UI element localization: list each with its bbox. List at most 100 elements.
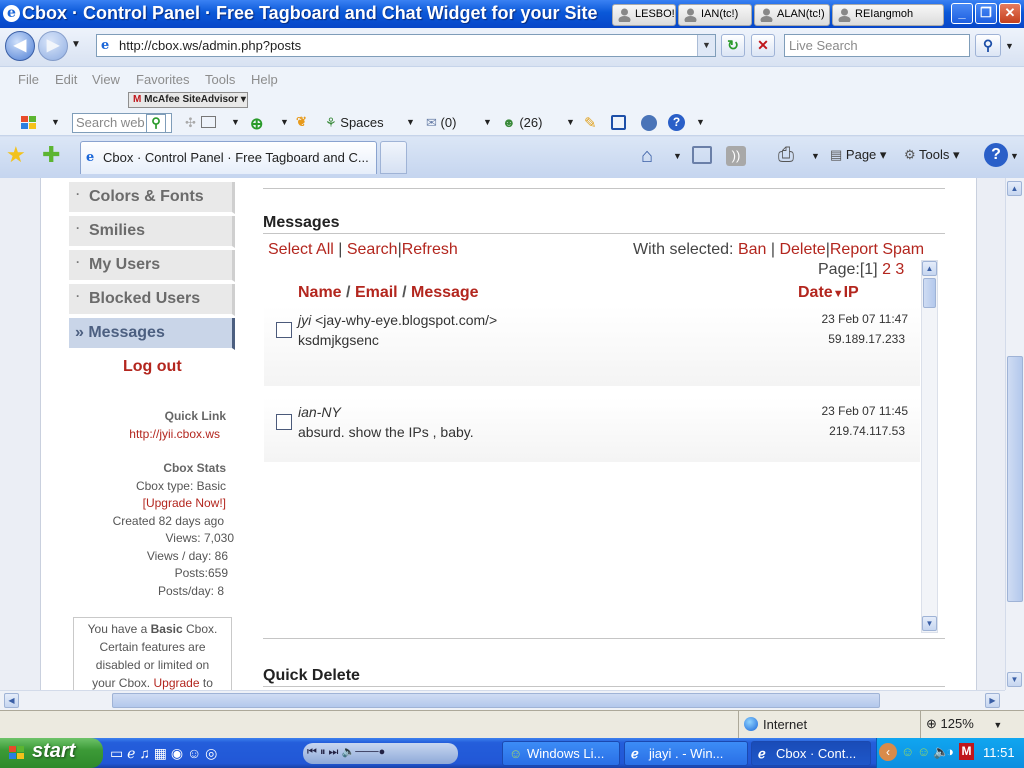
scroll-thumb[interactable] — [923, 278, 936, 308]
maximize-button[interactable]: ❐ — [975, 3, 997, 24]
msn-butterfly-icon[interactable]: ❦ — [296, 114, 307, 130]
row-checkbox[interactable] — [276, 414, 292, 430]
msn-buddy-tab-3[interactable]: ALAN(tc!) — [754, 4, 830, 26]
message-email[interactable]: <jay-why-eye.blogspot.com/> — [315, 312, 497, 328]
live-search-input[interactable]: Live Search — [784, 34, 970, 57]
paint-icon[interactable]: ▦ — [154, 745, 167, 761]
zoom-control[interactable]: ⊕ 125% ▼ — [926, 716, 1002, 732]
print-icon[interactable]: ⎙ — [778, 144, 794, 167]
logout-link[interactable]: Log out — [123, 358, 182, 376]
title-bar[interactable]: e Cbox · Control Panel · Free Tagboard a… — [0, 0, 1024, 28]
chevron-down-icon[interactable]: ▼ — [1010, 151, 1019, 161]
taskbar-windows-live[interactable]: ☺ Windows Li... — [502, 741, 620, 766]
delete-link[interactable]: Delete — [779, 241, 825, 258]
menu-favorites[interactable]: Favorites — [136, 72, 189, 87]
mcafee-tray-icon[interactable]: M — [959, 743, 974, 760]
scroll-down-icon[interactable]: ▼ — [1007, 672, 1022, 687]
menu-help[interactable]: Help — [251, 72, 278, 87]
onecare-icon[interactable] — [641, 115, 657, 131]
menu-tools[interactable]: Tools — [205, 72, 235, 87]
rss-feed-icon[interactable]: )) — [726, 146, 746, 166]
chevron-down-icon[interactable]: ▼ — [811, 151, 820, 161]
ban-link[interactable]: Ban — [738, 241, 766, 258]
col-name[interactable]: Name — [298, 284, 342, 301]
taskbar-cbox[interactable]: ℯ Cbox · Cont... — [751, 741, 871, 766]
previous-icon[interactable]: ⏮ — [307, 746, 317, 758]
show-hidden-icons-icon[interactable]: ‹ — [879, 743, 897, 761]
quick-link-url[interactable]: http://jyii.cbox.ws — [40, 427, 220, 441]
chevron-down-icon[interactable]: ▼ — [483, 117, 492, 127]
msn-buddy-tab-2[interactable]: IAN(tc!) — [678, 4, 752, 26]
close-button[interactable]: ✕ — [999, 3, 1021, 24]
add-icon[interactable]: ⊕ — [250, 114, 263, 134]
menu-view[interactable]: View — [92, 72, 120, 87]
mail-button[interactable]: ✉ (0) — [426, 115, 456, 131]
sort-desc-icon[interactable]: ▼ — [833, 288, 844, 300]
chevron-down-icon[interactable]: ▼ — [673, 151, 682, 161]
messenger-icon[interactable]: ☺ — [187, 745, 201, 761]
ie-quick-icon[interactable]: ℯ — [127, 745, 135, 761]
scroll-thumb[interactable] — [112, 693, 880, 708]
history-dropdown-icon[interactable]: ▼ — [71, 39, 81, 50]
report-spam-link[interactable]: Report Spam — [830, 241, 924, 258]
tools-menu-button[interactable]: ⚙ Tools ▾ — [904, 147, 960, 163]
sidebar-item-blocked-users[interactable]: · Blocked Users — [69, 284, 235, 316]
address-input[interactable]: e http://cbox.ws/admin.php?posts ▼ — [96, 34, 716, 57]
scroll-up-icon[interactable]: ▲ — [1007, 181, 1022, 196]
network-tray-icon[interactable]: ◑ — [946, 744, 954, 759]
scroll-down-icon[interactable]: ▼ — [922, 616, 937, 631]
scroll-right-icon[interactable]: ▶ — [985, 693, 1000, 708]
messages-scrollbar[interactable]: ▲ ▼ — [921, 260, 938, 633]
scroll-thumb[interactable] — [1007, 356, 1023, 602]
upgrade-link[interactable]: Upgrade — [153, 676, 199, 690]
page-menu-button[interactable]: ▤ Page ▾ — [830, 147, 886, 163]
page-horizontal-scrollbar[interactable]: ◀ ▶ — [0, 690, 1005, 710]
add-favorites-icon[interactable]: ✚ — [42, 142, 60, 168]
search-icon[interactable]: ⚲ — [146, 114, 166, 133]
chevron-down-icon[interactable]: ▼ — [231, 117, 240, 127]
chevron-down-icon[interactable]: ▼ — [566, 117, 575, 127]
col-date[interactable]: Date — [798, 284, 833, 301]
feeds-view-icon[interactable] — [692, 146, 712, 164]
scroll-up-icon[interactable]: ▲ — [922, 261, 937, 276]
blog-icon[interactable] — [611, 115, 626, 130]
sidebar-item-colors-fonts[interactable]: · Colors & Fonts — [69, 182, 235, 214]
stop-icon[interactable]: ✕ — [751, 34, 775, 57]
volume-icon[interactable]: 🔈 — [342, 746, 356, 758]
network-icon[interactable]: ◎ — [205, 745, 217, 761]
pencil-icon[interactable]: ✎ — [584, 114, 597, 132]
firefox-icon[interactable]: ◉ — [171, 745, 183, 761]
menu-file[interactable]: File — [18, 72, 39, 87]
message-ip[interactable]: 219.74.117.53 — [780, 424, 905, 438]
windows-logo-icon[interactable] — [20, 115, 38, 134]
message-ip[interactable]: 59.189.17.233 — [780, 332, 905, 346]
taskbar-jiayi[interactable]: ℯ jiayi . - Win... — [624, 741, 748, 766]
search-options-dropdown-icon[interactable]: ▼ — [1005, 41, 1014, 51]
security-zone[interactable]: Internet — [763, 717, 807, 732]
sidebar-item-smilies[interactable]: · Smilies — [69, 216, 235, 248]
tab-cbox-control-panel[interactable]: e Cbox · Control Panel · Free Tagboard an… — [80, 141, 377, 174]
volume-slider[interactable]: ───● — [355, 746, 385, 758]
desktop-icon[interactable]: ▭ — [110, 745, 123, 761]
new-tab-button[interactable] — [380, 141, 407, 174]
search-link[interactable]: Search — [347, 241, 398, 258]
spaces-button[interactable]: ⚘ Spaces — [325, 115, 384, 131]
col-ip[interactable]: IP — [844, 284, 859, 301]
msn-buddy-tab-4[interactable]: REIangmoh — [832, 4, 944, 26]
col-message[interactable]: Message — [411, 284, 479, 301]
sidebar-item-messages[interactable]: » Messages — [69, 318, 235, 350]
back-button[interactable]: ◀ — [5, 31, 35, 61]
page-vertical-scrollbar[interactable]: ▲ ▼ — [1005, 178, 1024, 690]
favorites-star-icon[interactable]: ★ — [6, 142, 26, 168]
form-fill-icon[interactable] — [201, 116, 216, 128]
chevron-down-icon[interactable]: ▼ — [280, 117, 289, 127]
page-2-link[interactable]: 2 — [882, 261, 891, 278]
chevron-down-icon[interactable]: ▼ — [697, 35, 715, 56]
search-icon[interactable]: ⚲ — [975, 34, 1001, 57]
chevron-down-icon[interactable]: ▼ — [696, 117, 705, 127]
highlight-icon[interactable]: ✣ — [185, 115, 196, 131]
refresh-link[interactable]: Refresh — [402, 241, 458, 258]
row-checkbox[interactable] — [276, 322, 292, 338]
msn-buddy-tab-1[interactable]: LESBO! — [612, 4, 676, 26]
page-3-link[interactable]: 3 — [895, 261, 904, 278]
